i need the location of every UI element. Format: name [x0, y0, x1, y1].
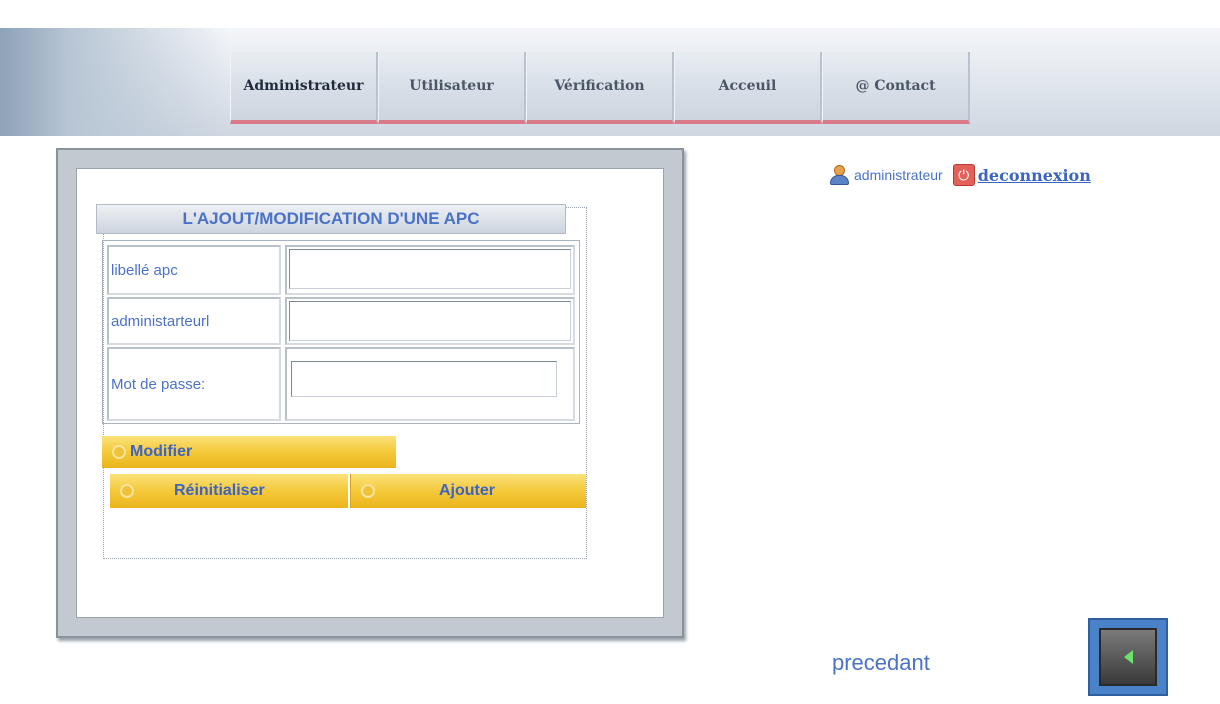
nav-tab-administrateur[interactable]: Administrateur — [230, 52, 378, 124]
nav-tab-utilisateur[interactable]: Utilisateur — [378, 52, 526, 124]
form-title: L'AJOUT/MODIFICATION D'UNE APC — [96, 204, 566, 234]
reset-button[interactable]: Réinitialiser — [110, 474, 348, 508]
field-label-libelle: libellé apc — [107, 245, 281, 295]
modify-button[interactable]: Modifier — [102, 436, 396, 468]
previous-button-face — [1099, 628, 1157, 686]
field-label-administrateur: administarteurl — [107, 297, 281, 345]
field-cell-password — [285, 347, 575, 421]
nav-tab-verification[interactable]: Vérification — [526, 52, 674, 124]
reset-bullet-icon — [120, 484, 134, 498]
nav-tab-acceuil[interactable]: Acceuil — [674, 52, 822, 124]
nav-tab-contact[interactable]: @ Contact — [822, 52, 970, 124]
user-area: administrateur ⏻ deconnexion — [828, 162, 1091, 188]
main-nav: Administrateur Utilisateur Vérification … — [230, 52, 970, 124]
add-button-label: Ajouter — [439, 482, 495, 499]
modify-bullet-icon — [112, 445, 126, 459]
form-row-password: Mot de passe: — [107, 347, 575, 421]
administrateur-input[interactable] — [289, 301, 571, 341]
libelle-apc-input[interactable] — [289, 249, 571, 289]
user-icon — [828, 164, 850, 186]
form-panel: L'AJOUT/MODIFICATION D'UNE APC libellé a… — [76, 168, 664, 618]
previous-label[interactable]: precedant — [832, 650, 930, 676]
add-bullet-icon — [361, 484, 375, 498]
field-label-password: Mot de passe: — [107, 347, 281, 421]
add-button[interactable]: Ajouter — [350, 474, 586, 508]
power-icon[interactable]: ⏻ — [952, 164, 975, 186]
header-band: Administrateur Utilisateur Vérification … — [0, 28, 1220, 136]
field-cell-libelle — [285, 245, 575, 295]
password-input[interactable] — [291, 361, 557, 397]
field-cell-administrateur — [285, 297, 575, 345]
modify-button-label: Modifier — [130, 443, 193, 460]
logout-link[interactable]: deconnexion — [978, 166, 1091, 185]
form-table: libellé apc administarteurl Mot de passe… — [102, 240, 580, 424]
reset-button-label: Réinitialiser — [174, 482, 265, 499]
form-row-libelle: libellé apc — [107, 245, 575, 295]
arrow-left-icon — [1123, 650, 1133, 664]
form-area: L'AJOUT/MODIFICATION D'UNE APC libellé a… — [96, 204, 587, 559]
form-row-administrateur: administarteurl — [107, 297, 575, 345]
previous-button[interactable] — [1088, 618, 1168, 696]
user-name: administrateur — [854, 167, 943, 183]
form-panel-frame: L'AJOUT/MODIFICATION D'UNE APC libellé a… — [56, 148, 684, 638]
